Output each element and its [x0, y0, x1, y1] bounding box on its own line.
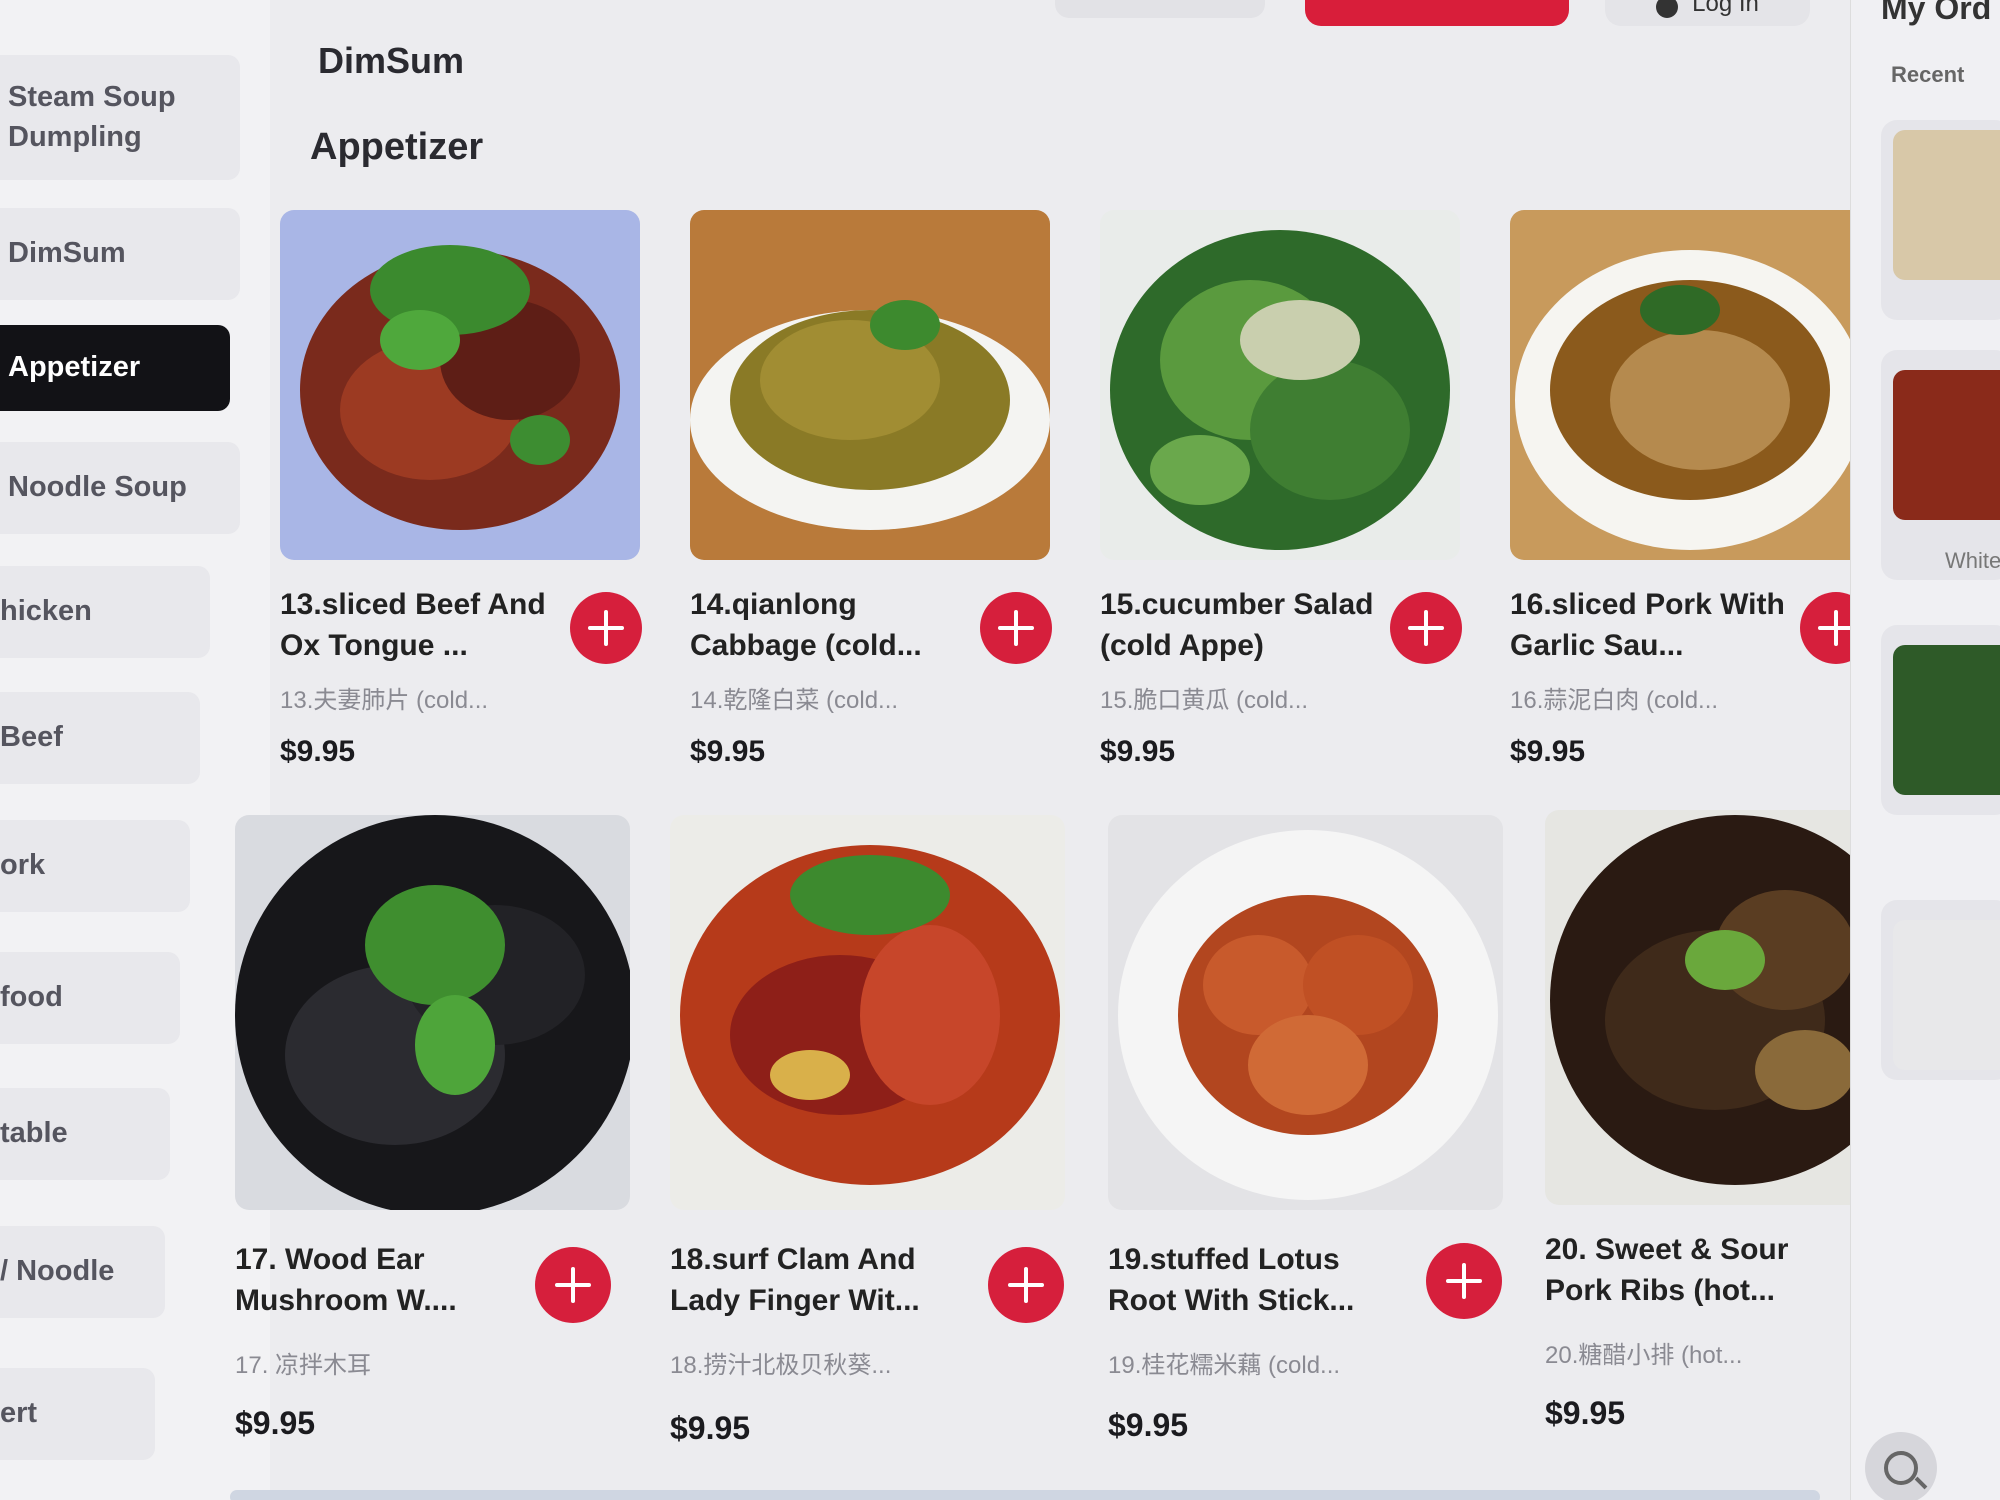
recent-item-card[interactable] [1881, 625, 2000, 815]
menu-item-name: 14.qianlong Cabbage (cold... [690, 588, 922, 662]
add-to-cart-button[interactable] [1390, 592, 1462, 664]
add-to-cart-button[interactable] [980, 592, 1052, 664]
category-pork[interactable]: ork [0, 820, 190, 912]
menu-item-subtitle: 13.夫妻肺片 (cold... [280, 687, 489, 714]
menu-item-price: $9.95 [1510, 735, 1586, 768]
plus-icon [555, 1267, 591, 1303]
plus-icon [1408, 610, 1444, 646]
menu-item-subtitle: 15.脆口黄瓜 (cold... [1100, 687, 1309, 714]
menu-item-name: 17. Wood Ear Mushroom W.... [235, 1243, 457, 1317]
recent-item-card[interactable] [1881, 120, 2000, 320]
menu-item-card[interactable]: 18.surf Clam And Lady Finger Wit... 18.捞… [670, 815, 1065, 1446]
category-sidebar: Steam Soup Dumpling DimSum Appetizer Noo… [0, 0, 270, 1500]
add-to-cart-button[interactable] [535, 1247, 611, 1323]
wood-ear-mushroom-photo[interactable] [235, 815, 630, 1210]
category-vegetable[interactable]: table [0, 1088, 170, 1180]
orders-title: My Ord [1881, 0, 1992, 26]
zoom-button[interactable] [1865, 1432, 1937, 1500]
orders-panel: My Ord Recent White [1850, 0, 2000, 1500]
beef-ox-tongue-photo[interactable] [280, 210, 640, 560]
recent-item-photo [1893, 370, 2000, 520]
recent-item-card[interactable] [1881, 900, 2000, 1080]
section-title-appetizer: Appetizer [310, 126, 484, 168]
stuffed-lotus-root-photo[interactable] [1108, 815, 1503, 1210]
plus-icon [1008, 1267, 1044, 1303]
category-dessert[interactable]: ert [0, 1368, 155, 1460]
add-to-cart-button[interactable] [988, 1247, 1064, 1323]
category-rice-noodle[interactable]: / Noodle [0, 1226, 165, 1318]
menu-item-subtitle: 19.桂花糯米藕 (cold... [1108, 1352, 1341, 1379]
menu-content: DimSum Appetizer 13.sliced Beef And Ox T… [235, 0, 1941, 1500]
recent-item-photo [1893, 130, 2000, 280]
menu-item-card[interactable]: 16.sliced Pork With Garlic Sau... 16.蒜泥白… [1510, 210, 1872, 770]
menu-item-price: $9.95 [1108, 1407, 1189, 1443]
menu-item-name: 19.stuffed Lotus Root With Stick... [1108, 1243, 1355, 1317]
plus-icon [1446, 1263, 1482, 1299]
menu-item-card[interactable]: 14.qianlong Cabbage (cold... 14.乾隆白菜 (co… [690, 210, 1052, 770]
category-chicken[interactable]: hicken [0, 566, 210, 658]
qianlong-cabbage-photo[interactable] [690, 210, 1050, 560]
menu-item-price: $9.95 [280, 735, 356, 768]
recent-item-photo [1893, 920, 2000, 1070]
menu-item-subtitle: 16.蒜泥白肉 (cold... [1510, 687, 1719, 714]
menu-item-card[interactable]: 17. Wood Ear Mushroom W.... 17. 凉拌木耳 $9.… [235, 815, 630, 1445]
next-section-edge [230, 1490, 1820, 1500]
cucumber-salad-photo[interactable] [1100, 210, 1460, 560]
category-beef[interactable]: Beef [0, 692, 200, 784]
menu-item-name: 20. Sweet & Sour Pork Ribs (hot... [1545, 1233, 1789, 1307]
menu-item-price: $9.95 [235, 1405, 316, 1441]
recent-item-card[interactable] [1881, 350, 2000, 580]
menu-item-card[interactable]: 19.stuffed Lotus Root With Stick... 19.桂… [1108, 815, 1503, 1445]
menu-item-price: $9.95 [670, 1410, 751, 1446]
recent-item-photo [1893, 645, 2000, 795]
sliced-pork-garlic-photo[interactable] [1510, 210, 1870, 560]
category-appetizer[interactable]: Appetizer [0, 325, 230, 411]
menu-item-subtitle: 14.乾隆白菜 (cold... [690, 687, 899, 714]
surf-clam-photo[interactable] [670, 815, 1065, 1210]
menu-item-price: $9.95 [690, 735, 766, 768]
plus-icon [998, 610, 1034, 646]
menu-item-card[interactable]: 13.sliced Beef And Ox Tongue ... 13.夫妻肺片… [280, 210, 642, 770]
category-seafood[interactable]: food [0, 952, 180, 1044]
section-title-dimsum: DimSum [318, 40, 465, 81]
category-steam-soup-dumpling[interactable]: Steam Soup Dumpling [0, 55, 240, 180]
menu-item-name: 13.sliced Beef And Ox Tongue ... [280, 588, 546, 662]
category-dimsum[interactable]: DimSum [0, 208, 240, 300]
plus-icon [1818, 610, 1854, 646]
zoom-in-icon [1884, 1451, 1918, 1485]
menu-item-name: 15.cucumber Salad (cold Appe) [1100, 588, 1374, 662]
menu-item-name: 18.surf Clam And Lady Finger Wit... [670, 1243, 920, 1317]
category-noodle-soup[interactable]: Noodle Soup [0, 442, 240, 534]
menu-item-subtitle: 17. 凉拌木耳 [235, 1352, 372, 1379]
menu-item-price: $9.95 [1545, 1395, 1626, 1431]
menu-item-price: $9.95 [1100, 735, 1176, 768]
recent-item-label: White [1945, 548, 2000, 573]
add-to-cart-button[interactable] [570, 592, 642, 664]
menu-item-subtitle: 18.捞汁北极贝秋葵... [670, 1352, 892, 1379]
recent-label: Recent [1891, 62, 1965, 87]
menu-item-subtitle: 20.糖醋小排 (hot... [1545, 1342, 1743, 1369]
plus-icon [588, 610, 624, 646]
menu-item-card[interactable]: 15.cucumber Salad (cold Appe) 15.脆口黄瓜 (c… [1100, 210, 1462, 770]
add-to-cart-button[interactable] [1426, 1243, 1502, 1319]
menu-item-name: 16.sliced Pork With Garlic Sau... [1510, 588, 1785, 662]
